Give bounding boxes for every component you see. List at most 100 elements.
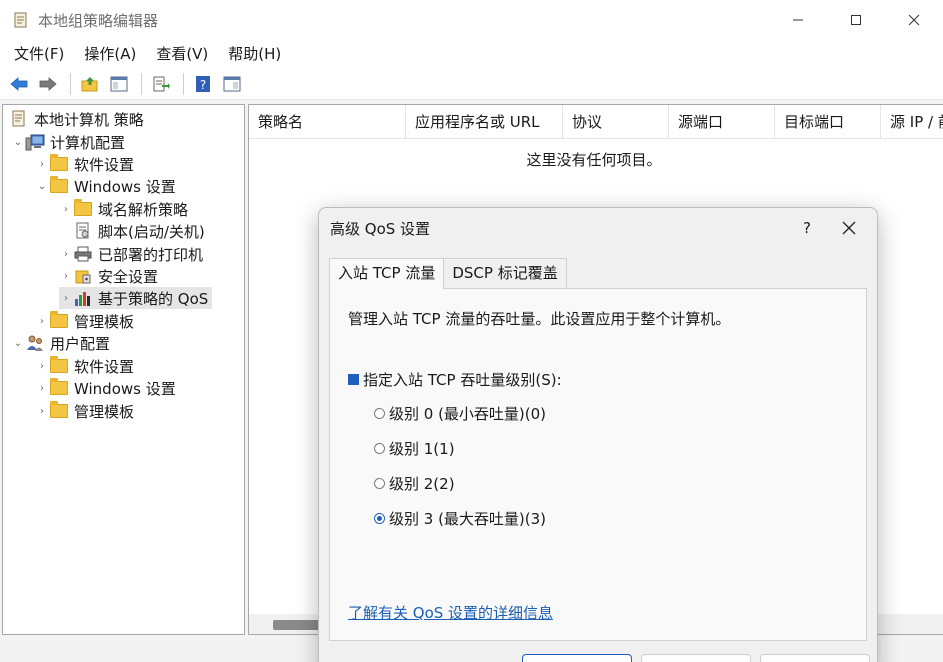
help-button[interactable]: ?: [190, 71, 216, 97]
show-hide-tree-button[interactable]: [106, 71, 132, 97]
tree-item-label: 安全设置: [98, 267, 159, 286]
list-header: 策略名 应用程序名或 URL 协议 源端口 目标端口 源 IP / 前: [249, 105, 943, 139]
console-tree[interactable]: 本地计算机 策略 ⌄ 计算机配置 › 软件设置 ⌄ Windows 设置 › 域…: [2, 104, 245, 635]
cancel-button[interactable]: [641, 654, 751, 662]
tree-item-label: Windows 设置: [74, 177, 176, 196]
tree-item-label: 管理模板: [74, 402, 135, 421]
toolbar-separator: [70, 72, 71, 95]
menu-action[interactable]: 操作(A): [74, 40, 146, 68]
tree-item-cc-software[interactable]: › 软件设置: [35, 153, 134, 175]
chevron-right-icon[interactable]: ›: [59, 293, 73, 304]
window-title: 本地组策略编辑器: [38, 11, 159, 30]
tree-item-label: 脚本(启动/关机): [98, 222, 205, 241]
radio-level-1[interactable]: 级别 1(1): [374, 438, 455, 459]
checkbox-label: 指定入站 TCP 吞吐量级别(S):: [363, 371, 562, 389]
chevron-right-icon[interactable]: ›: [59, 204, 73, 215]
chevron-down-icon[interactable]: ⌄: [11, 338, 25, 349]
chevron-down-icon[interactable]: ⌄: [11, 137, 25, 148]
radio-unchecked-icon[interactable]: [374, 443, 385, 454]
radio-unchecked-icon[interactable]: [374, 478, 385, 489]
column-header-protocol[interactable]: 协议: [563, 105, 669, 139]
tree-item-cc-admin[interactable]: › 管理模板: [35, 310, 134, 332]
radio-unchecked-icon[interactable]: [374, 408, 385, 419]
panel-description: 管理入站 TCP 流量的吞吐量。此设置应用于整个计算机。: [348, 310, 731, 328]
tree-item-label: 域名解析策略: [98, 200, 189, 219]
forward-arrow-icon: [39, 76, 57, 91]
ok-button[interactable]: [522, 654, 632, 662]
tree-item-cc-qos[interactable]: › 基于策略的 QoS: [59, 287, 213, 309]
chevron-right-icon[interactable]: ›: [35, 316, 49, 327]
menu-bar: 文件(F) 操作(A) 查看(V) 帮助(H): [0, 40, 943, 68]
close-icon: [842, 221, 856, 235]
dialog-title: 高级 QoS 设置: [330, 219, 431, 238]
chevron-right-icon[interactable]: ›: [35, 361, 49, 372]
close-button[interactable]: [885, 0, 943, 40]
tree-item-cc-scripts[interactable]: 脚本(启动/关机): [73, 220, 205, 242]
menu-view[interactable]: 查看(V): [146, 40, 218, 68]
toolbar-separator: [141, 72, 142, 95]
apply-button[interactable]: [760, 654, 870, 662]
tree-item-cc-security[interactable]: › 安全设置: [59, 265, 158, 287]
radio-label: 级别 0 (最小吞吐量)(0): [389, 405, 547, 423]
up-level-button[interactable]: [77, 71, 103, 97]
folder-icon: [49, 401, 69, 420]
dialog-close-button[interactable]: [825, 208, 873, 248]
properties-view-button[interactable]: [219, 71, 245, 97]
tree-item-cc-printers[interactable]: › 已部署的打印机: [59, 243, 203, 265]
forward-button[interactable]: [35, 71, 61, 97]
tree-item-label: 计算机配置: [50, 133, 126, 152]
tree-item-cc-dns[interactable]: › 域名解析策略: [59, 198, 188, 220]
computer-icon: [25, 133, 45, 151]
folder-icon: [49, 356, 69, 375]
export-list-button[interactable]: [148, 71, 174, 97]
checkbox-checked-icon[interactable]: [348, 374, 359, 385]
folder-icon: [73, 199, 93, 218]
tree-item-uc-software[interactable]: › 软件设置: [35, 355, 134, 377]
console-tree-icon: [110, 76, 128, 91]
chevron-down-icon[interactable]: ⌄: [35, 181, 49, 192]
help-icon: ?: [196, 75, 210, 92]
maximize-button[interactable]: [827, 0, 885, 40]
tree-item-computer-config[interactable]: ⌄ 计算机配置: [11, 131, 125, 153]
radio-label: 级别 3 (最大吞吐量)(3): [389, 510, 547, 528]
folder-up-icon: [81, 76, 98, 91]
qos-help-link[interactable]: 了解有关 QoS 设置的详细信息: [348, 602, 553, 623]
radio-checked-icon[interactable]: [374, 513, 385, 524]
chevron-right-icon[interactable]: ›: [59, 271, 73, 282]
radio-level-2[interactable]: 级别 2(2): [374, 473, 455, 494]
folder-icon: [49, 154, 69, 173]
dialog-help-button[interactable]: ?: [783, 208, 831, 248]
column-header-policy-name[interactable]: 策略名: [249, 105, 406, 139]
menu-file[interactable]: 文件(F): [4, 40, 74, 68]
tree-item-uc-admin[interactable]: › 管理模板: [35, 400, 134, 422]
column-header-dest-port[interactable]: 目标端口: [775, 105, 881, 139]
chevron-right-icon[interactable]: ›: [35, 406, 49, 417]
back-arrow-icon: [10, 76, 28, 91]
folder-icon: [49, 378, 69, 397]
column-header-app-url[interactable]: 应用程序名或 URL: [406, 105, 563, 139]
qos-chart-icon: [73, 289, 93, 307]
empty-list-message: 这里没有任何项目。: [526, 151, 662, 169]
chevron-right-icon[interactable]: ›: [35, 159, 49, 170]
radio-level-0[interactable]: 级别 0 (最小吞吐量)(0): [374, 403, 546, 424]
tab-inbound-tcp[interactable]: 入站 TCP 流量: [329, 258, 445, 289]
specify-throughput-checkbox[interactable]: 指定入站 TCP 吞吐量级别(S):: [348, 369, 562, 390]
radio-level-3[interactable]: 级别 3 (最大吞吐量)(3): [374, 508, 546, 529]
tree-item-root[interactable]: 本地计算机 策略: [9, 108, 144, 130]
close-icon: [908, 14, 920, 26]
action-pane-icon: [223, 76, 241, 91]
tree-item-label: 已部署的打印机: [98, 245, 204, 264]
tree-item-user-config[interactable]: ⌄ 用户配置: [11, 332, 110, 354]
tree-item-cc-windows[interactable]: ⌄ Windows 设置: [35, 175, 176, 197]
tab-dscp-override[interactable]: DSCP 标记覆盖: [443, 258, 567, 288]
column-header-source-ip[interactable]: 源 IP / 前: [881, 105, 943, 139]
back-button[interactable]: [6, 71, 32, 97]
minimize-button[interactable]: [769, 0, 827, 40]
chevron-right-icon[interactable]: ›: [59, 249, 73, 260]
tree-item-label: 本地计算机 策略: [34, 110, 144, 129]
chevron-right-icon[interactable]: ›: [35, 383, 49, 394]
menu-help[interactable]: 帮助(H): [218, 40, 291, 68]
column-header-source-port[interactable]: 源端口: [669, 105, 775, 139]
svg-text:?: ?: [200, 78, 206, 92]
tree-item-uc-windows[interactable]: › Windows 设置: [35, 377, 176, 399]
